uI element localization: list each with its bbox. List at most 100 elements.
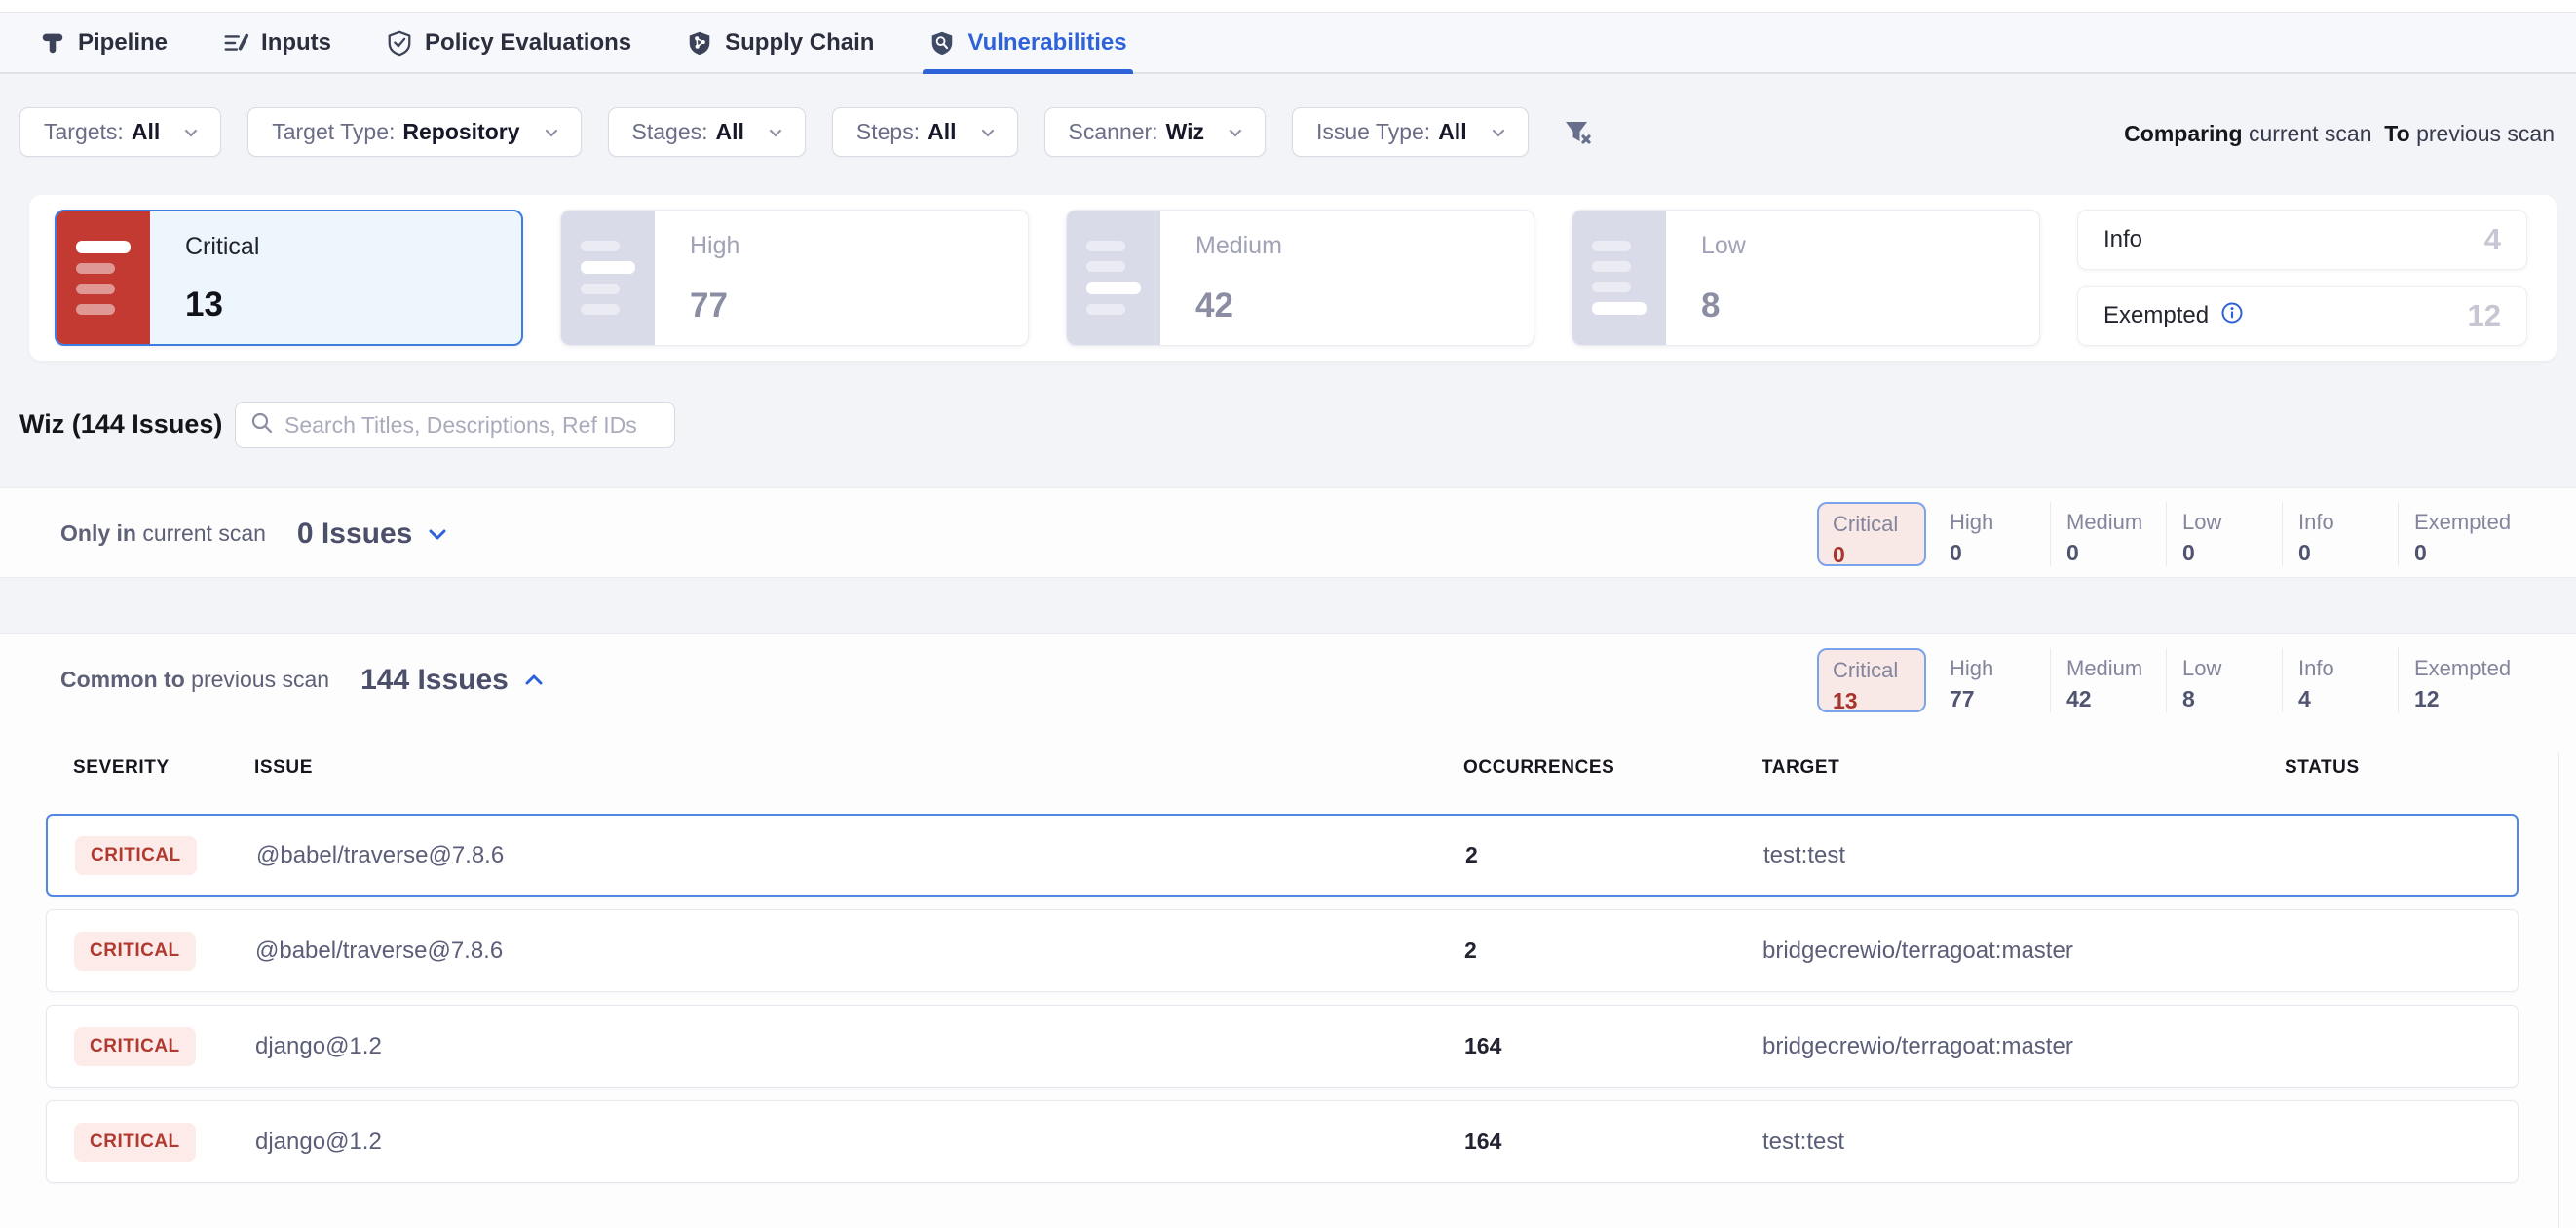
chip-value: 0: [1950, 540, 2050, 566]
tab-label: Pipeline: [78, 29, 168, 57]
chevron-down-icon: [181, 123, 201, 142]
chip-low[interactable]: Low 8: [2166, 648, 2282, 712]
shield-check-icon: [386, 29, 413, 57]
severity-card-medium[interactable]: Medium 42: [1066, 210, 1534, 346]
filter-targets[interactable]: Targets: All: [19, 107, 221, 157]
tab-inputs[interactable]: Inputs: [218, 13, 335, 72]
content-edge-divider: [2558, 752, 2559, 1228]
search-input[interactable]: [284, 412, 661, 439]
table-row[interactable]: CRITICAL @babel/traverse@7.8.6 2 test:te…: [46, 814, 2519, 897]
table-row[interactable]: CRITICAL @babel/traverse@7.8.6 2 bridgec…: [46, 909, 2519, 992]
severity-card-low[interactable]: Low 8: [1572, 210, 2040, 346]
severity-card-label: Critical: [185, 233, 259, 261]
chip-label: Exempted: [2414, 656, 2514, 681]
tab-supply-chain[interactable]: Supply Chain: [682, 13, 878, 72]
section-title: Common to previous scan: [60, 667, 329, 693]
target-cell: bridgecrewio/terragoat:master: [1762, 938, 2286, 965]
chip-medium[interactable]: Medium 0: [2050, 502, 2166, 566]
section-title: Only in current scan: [60, 520, 266, 547]
filter-stages[interactable]: Stages: All: [608, 107, 806, 157]
tab-pipeline[interactable]: Pipeline: [35, 13, 171, 72]
section-title-bold: Common to: [60, 667, 185, 692]
col-header-status: STATUS: [2285, 757, 2519, 779]
chip-label: High: [1950, 510, 2050, 535]
chip-info[interactable]: Info 4: [2282, 648, 2398, 712]
chip-exempted[interactable]: Exempted 12: [2398, 648, 2514, 712]
severity-card-info[interactable]: Info 4: [2077, 210, 2527, 270]
filter-scanner[interactable]: Scanner: Wiz: [1044, 107, 1266, 157]
col-header-target: TARGET: [1762, 757, 2285, 779]
severity-card-high[interactable]: High 77: [560, 210, 1029, 346]
chevron-down-icon: [766, 123, 785, 142]
side-card-label: Exempted: [2103, 302, 2209, 329]
filter-target-type[interactable]: Target Type: Repository: [247, 107, 581, 157]
comparing-previous[interactable]: previous scan: [2416, 121, 2555, 146]
pipeline-icon: [39, 29, 66, 57]
chip-medium[interactable]: Medium 42: [2050, 648, 2166, 712]
tab-bar: Pipeline Inputs Policy Evaluations Suppl…: [0, 0, 2576, 74]
chip-value: 13: [1833, 688, 1924, 714]
chip-exempted[interactable]: Exempted 0: [2398, 502, 2514, 566]
chip-value: 0: [2298, 540, 2398, 566]
filter-issue-type[interactable]: Issue Type: All: [1292, 107, 1529, 157]
comparing-to: To: [2384, 121, 2409, 146]
shield-network-icon: [686, 29, 713, 57]
target-cell: test:test: [1763, 842, 2287, 869]
filter-label: Steps:: [856, 119, 920, 145]
issue-search[interactable]: [235, 402, 675, 448]
chip-label: Medium: [2066, 510, 2166, 535]
comparing-current[interactable]: current scan: [2249, 121, 2372, 146]
tab-vulnerabilities[interactable]: Vulnerabilities: [925, 13, 1130, 72]
chip-value: 12: [2414, 686, 2514, 712]
section-title-rest: current scan: [142, 520, 266, 546]
severity-bars-icon: [57, 211, 150, 344]
chip-critical[interactable]: Critical 0: [1817, 502, 1926, 566]
chip-label: Critical: [1833, 512, 1924, 537]
severity-bars-icon: [561, 211, 655, 345]
chevron-down-icon: [426, 522, 449, 546]
severity-bars-icon: [1067, 211, 1160, 345]
only-in-current-scan-section: Only in current scan 0 Issues Critical 0…: [0, 487, 2576, 578]
table-header: SEVERITY ISSUE OCCURRENCES TARGET STATUS: [46, 752, 2519, 784]
filter-value: All: [132, 119, 160, 145]
chip-value: 77: [1950, 686, 2050, 712]
chevron-down-icon: [978, 123, 998, 142]
filter-label: Targets:: [44, 119, 124, 145]
scanner-issues-heading: Wiz (144 Issues): [19, 409, 222, 440]
severity-card-value: 77: [690, 287, 728, 326]
chip-label: Exempted: [2414, 510, 2514, 535]
severity-card-critical[interactable]: Critical 13: [55, 210, 523, 346]
chip-label: Low: [2182, 510, 2282, 535]
col-header-issue: ISSUE: [254, 757, 1463, 779]
chip-high[interactable]: High 77: [1934, 648, 2050, 712]
info-icon[interactable]: [2220, 301, 2244, 331]
filter-steps[interactable]: Steps: All: [832, 107, 1018, 157]
chip-value: 0: [1833, 542, 1924, 568]
filter-label: Issue Type:: [1316, 119, 1430, 145]
chevron-down-icon: [1226, 123, 1245, 142]
clear-filters-icon[interactable]: [1555, 110, 1600, 155]
tab-policy-evaluations[interactable]: Policy Evaluations: [382, 13, 635, 72]
tab-label: Inputs: [261, 29, 331, 57]
severity-card-value: 13: [185, 286, 223, 325]
chip-critical[interactable]: Critical 13: [1817, 648, 1926, 712]
severity-card-exempted[interactable]: Exempted 12: [2077, 286, 2527, 346]
chevron-down-icon: [1489, 123, 1508, 142]
shield-magnifier-icon: [928, 29, 956, 57]
chip-high[interactable]: High 0: [1934, 502, 2050, 566]
chip-value: 8: [2182, 686, 2282, 712]
filter-value: Repository: [402, 119, 519, 145]
section-count-toggle[interactable]: 0 Issues: [297, 518, 449, 551]
tab-label: Supply Chain: [725, 29, 874, 57]
section-count-toggle[interactable]: 144 Issues: [360, 664, 546, 697]
target-cell: test:test: [1762, 1129, 2286, 1156]
severity-badge: CRITICAL: [74, 1027, 196, 1066]
table-row[interactable]: CRITICAL django@1.2 164 bridgecrewio/ter…: [46, 1005, 2519, 1088]
chip-low[interactable]: Low 0: [2166, 502, 2282, 566]
chip-info[interactable]: Info 0: [2282, 502, 2398, 566]
search-icon: [249, 410, 275, 441]
table-row[interactable]: CRITICAL django@1.2 164 test:test: [46, 1100, 2519, 1183]
severity-chips: Critical 0 High 0 Medium 0 Low 0 Info 0 …: [1817, 502, 2514, 566]
chip-label: Info: [2298, 510, 2398, 535]
col-header-occurrences: OCCURRENCES: [1463, 757, 1762, 779]
